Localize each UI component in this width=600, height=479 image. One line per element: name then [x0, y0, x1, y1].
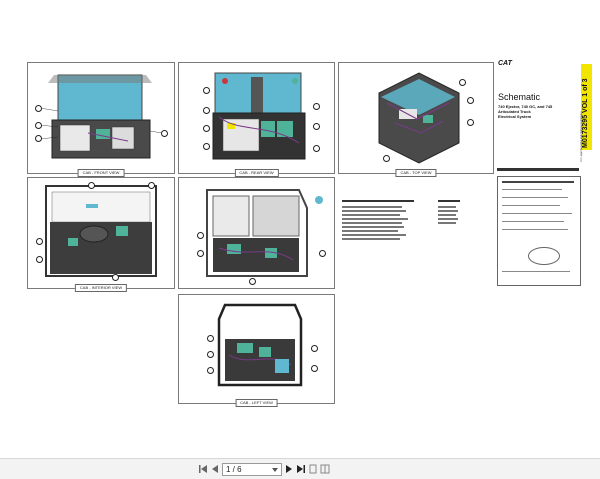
callout-marker [311, 345, 318, 352]
view-caption: CAB - TOP VIEW [395, 169, 437, 177]
page-indicator: 1 / 6 [226, 465, 242, 474]
first-page-icon[interactable] [198, 464, 208, 474]
callout-marker [35, 135, 42, 142]
callout-marker [207, 335, 214, 342]
callout-marker [313, 103, 320, 110]
last-page-icon[interactable] [296, 464, 306, 474]
single-page-view-icon[interactable] [308, 464, 318, 474]
panel-top-view: CAB - TOP VIEW [338, 62, 494, 177]
callout-marker [203, 87, 210, 94]
callout-marker [112, 274, 119, 281]
two-page-view-icon[interactable] [320, 464, 330, 474]
callout-marker [88, 182, 95, 189]
callout-marker [161, 130, 168, 137]
dropdown-arrow-icon[interactable] [272, 468, 278, 472]
callout-marker [203, 107, 210, 114]
title-divider [497, 168, 579, 171]
callout-marker [459, 79, 466, 86]
callout-marker [148, 182, 155, 189]
callout-marker [467, 97, 474, 104]
top-view-drawing [378, 72, 460, 164]
next-page-icon[interactable] [284, 464, 294, 474]
previous-page-icon[interactable] [210, 464, 220, 474]
view-caption: CAB - LEFT VIEW [235, 399, 278, 407]
callout-marker [36, 238, 43, 245]
rear-view-drawing [212, 72, 306, 160]
callout-marker [319, 250, 326, 257]
callout-marker [36, 256, 43, 263]
interior-view-drawing [45, 185, 157, 277]
document-title: Schematic [498, 92, 541, 102]
connector-table [342, 200, 414, 246]
callout-marker [35, 122, 42, 129]
panel-interior-view: CAB - INTERIOR VIEW [27, 177, 175, 292]
view-caption: CAB - REAR VIEW [234, 169, 279, 177]
page-number-field[interactable]: 1 / 6 [222, 463, 282, 476]
connector-table [438, 200, 460, 236]
schematic-sheet: CAB - FRONT VIEW CAB - REAR VIEW CAB - T… [8, 50, 592, 414]
callout-marker [249, 278, 256, 285]
callout-marker [313, 145, 320, 152]
view-caption: CAB - FRONT VIEW [77, 169, 125, 177]
document-subtitle-3: Electrical System [498, 114, 532, 119]
volume-label: M0173295 VOL 1 of 3 [582, 78, 589, 148]
callout-marker [35, 105, 42, 112]
callout-marker [203, 125, 210, 132]
callout-marker [207, 351, 214, 358]
cat-logo: CAT [498, 60, 512, 67]
pdf-toolbar: 1 / 6 [0, 458, 600, 479]
panel-front-view: CAB - FRONT VIEW [27, 62, 175, 177]
callout-marker [467, 119, 474, 126]
callout-marker [197, 250, 204, 257]
document-viewport: CAB - FRONT VIEW CAB - REAR VIEW CAB - T… [0, 0, 600, 458]
panel-left-view: CAB - LEFT VIEW [178, 294, 335, 407]
panel-rear-view: CAB - REAR VIEW [178, 62, 335, 177]
callout-marker [203, 143, 210, 150]
panel-right-view [178, 177, 335, 289]
symbol-legend [497, 176, 581, 286]
callout-marker [207, 367, 214, 374]
view-caption: CAB - INTERIOR VIEW [74, 284, 128, 292]
volume-sublabel: For Legal Recycling and Harness Complian… [580, 111, 583, 162]
front-view-drawing [39, 74, 163, 159]
callout-marker [197, 232, 204, 239]
callout-marker [311, 365, 318, 372]
callout-marker [383, 155, 390, 162]
title-block: CAT Schematic 740 Ejector, 740 GC, and 7… [495, 50, 592, 332]
callout-marker [313, 123, 320, 130]
